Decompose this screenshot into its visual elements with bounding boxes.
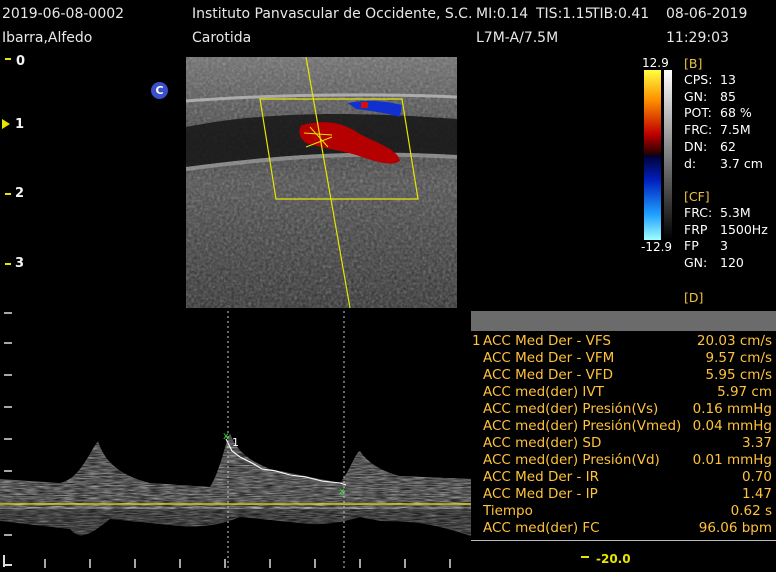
measurement-row: ACC med(der) FC 96.06 bpm <box>471 520 776 537</box>
measurement-row: ACC Med Der - VFD 5.95 cm/s <box>471 367 776 384</box>
measurement-index: 1 <box>472 333 481 349</box>
measurement-value: 0.16 mmHg <box>692 401 772 417</box>
measurement-row: ACC Med Der - IP 1.47 <box>471 486 776 503</box>
measurement-label: ACC Med Der - VFS <box>483 333 611 349</box>
velocity-scale-label: -20.0 <box>596 552 631 566</box>
depth-label-1: 1 <box>15 117 25 132</box>
measurement-value: 5.97 cm <box>717 384 772 400</box>
param-value: 120 <box>720 255 744 271</box>
bmode-image[interactable] <box>186 57 457 308</box>
colorbar-max: 12.9 <box>642 56 669 70</box>
measurement-label: ACC Med Der - VFD <box>483 367 614 383</box>
param-key: FRP <box>684 221 708 237</box>
params-cf-list: FRC: 5.3M FRP 1500Hz FP 3 GN: 120 <box>684 205 768 272</box>
measurement-row: ACC med(der) Presión(Vmed) 0.04 mmHg <box>471 418 776 435</box>
param-value: 68 % <box>720 105 752 121</box>
measurement-label: ACC med(der) FC <box>483 520 600 536</box>
measurements-panel: 1 ACC Med Der - VFS 20.03 cm/s ACC Med D… <box>471 311 776 568</box>
patient-name: Ibarra,Alfedo <box>2 30 93 46</box>
param-key: FRC: <box>684 205 713 220</box>
params-b-list: CPS: 13 GN: 85 POT: 68 % FRC: 7.5M DN: 62 d: 3… <box>684 72 763 172</box>
svg-text:x: x <box>223 431 229 442</box>
measurement-label: ACC med(der) Presión(Vmed) <box>483 418 682 434</box>
param-value: 13 <box>720 72 736 87</box>
measurement-label: ACC Med Der - IR <box>483 469 600 485</box>
param-key: POT: <box>684 105 712 121</box>
param-key: CPS: <box>684 72 713 87</box>
depth-label-0: 0 <box>16 54 26 69</box>
velocity-colorbar <box>644 70 661 240</box>
measurement-value: 9.57 cm/s <box>705 350 772 366</box>
params-cf-title: [CF] <box>684 189 710 204</box>
measurement-row: ACC med(der) Presión(Vd) 0.01 mmHg <box>471 452 776 469</box>
focus-marker-icon[interactable] <box>2 119 10 129</box>
mi-readout: MI:0.14 <box>476 6 529 22</box>
depth-label-2: 2 <box>15 186 25 201</box>
institution-name: Instituto Panvascular de Occidente, S.C. <box>192 6 473 22</box>
measurement-value: 0.01 mmHg <box>692 452 772 468</box>
measurement-label: ACC med(der) SD <box>483 435 602 451</box>
tis-readout: TIS:1.15 <box>536 6 594 22</box>
grayscale-bar <box>664 70 672 240</box>
measurement-value: 1.47 <box>741 486 772 502</box>
param-key: d: <box>684 155 697 171</box>
param-value: 85 <box>720 88 736 104</box>
depth-tick <box>5 58 11 60</box>
measurement-value: 0.04 mmHg <box>692 418 772 434</box>
colorbar-min: -12.9 <box>641 240 673 254</box>
probe-info: L7M-A/7.5M <box>476 30 559 46</box>
velocity-tick <box>581 556 589 558</box>
measurement-value: 5.95 cm/s <box>705 367 772 383</box>
measurement-row: 1 ACC Med Der - VFS 20.03 cm/s <box>471 333 776 350</box>
depth-tick <box>5 193 11 195</box>
measurement-label: ACC med(der) IVT <box>483 384 604 400</box>
measurement-label: Tiempo <box>483 503 533 519</box>
param-value: 1500Hz <box>720 221 768 237</box>
param-value: 3 <box>720 238 728 254</box>
measurement-value: 0.70 <box>741 469 772 485</box>
svg-text:x: x <box>339 486 345 497</box>
param-value: 5.3M <box>720 205 751 220</box>
param-value: 62 <box>720 138 736 154</box>
measurement-label: ACC Med Der - VFM <box>483 350 615 366</box>
spectral-doppler[interactable]: x x 1 <box>0 311 471 568</box>
param-key: GN: <box>684 255 708 271</box>
measurement-label: ACC Med Der - IP <box>483 486 598 502</box>
measurement-row: ACC Med Der - VFM 9.57 cm/s <box>471 350 776 367</box>
tib-readout: TIB:0.41 <box>591 6 650 22</box>
param-value: 7.5M <box>720 122 751 138</box>
measurement-row: ACC Med Der - IR 0.70 <box>471 469 776 486</box>
exam-date: 08-06-2019 <box>666 6 748 22</box>
measurement-value: 96.06 bpm <box>698 520 772 536</box>
measurement-row: ACC med(der) SD 3.37 <box>471 435 776 452</box>
panel-divider <box>471 540 776 541</box>
param-key: DN: <box>684 138 708 154</box>
depth-label-3: 3 <box>15 256 25 271</box>
param-value: 3.7 cm <box>720 155 763 171</box>
param-key: GN: <box>684 88 708 104</box>
measurement-row: ACC med(der) Presión(Vs) 0.16 mmHg <box>471 401 776 418</box>
measurement-row: ACC med(der) IVT 5.97 cm <box>471 384 776 401</box>
param-key: FRC: <box>684 122 713 138</box>
measurement-label: ACC med(der) Presión(Vs) <box>483 401 659 417</box>
exam-type: Carotida <box>192 30 252 46</box>
measurements-header <box>471 311 776 331</box>
param-key: FP <box>684 238 699 254</box>
params-b-title: [B] <box>684 56 703 71</box>
measurement-value: 0.62 s <box>730 503 772 519</box>
orientation-marker-icon: C <box>151 82 168 99</box>
study-id: 2019-06-08-0002 <box>2 6 125 22</box>
measurement-value: 3.37 <box>741 435 772 451</box>
measurement-label: ACC med(der) Presión(Vd) <box>483 452 660 468</box>
measurement-row: Tiempo 0.62 s <box>471 503 776 520</box>
measurement-value: 20.03 cm/s <box>696 333 772 349</box>
caliper-label: 1 <box>232 436 239 449</box>
exam-time: 11:29:03 <box>666 30 729 46</box>
params-d-title: [D] <box>684 290 704 305</box>
depth-tick <box>5 263 11 265</box>
